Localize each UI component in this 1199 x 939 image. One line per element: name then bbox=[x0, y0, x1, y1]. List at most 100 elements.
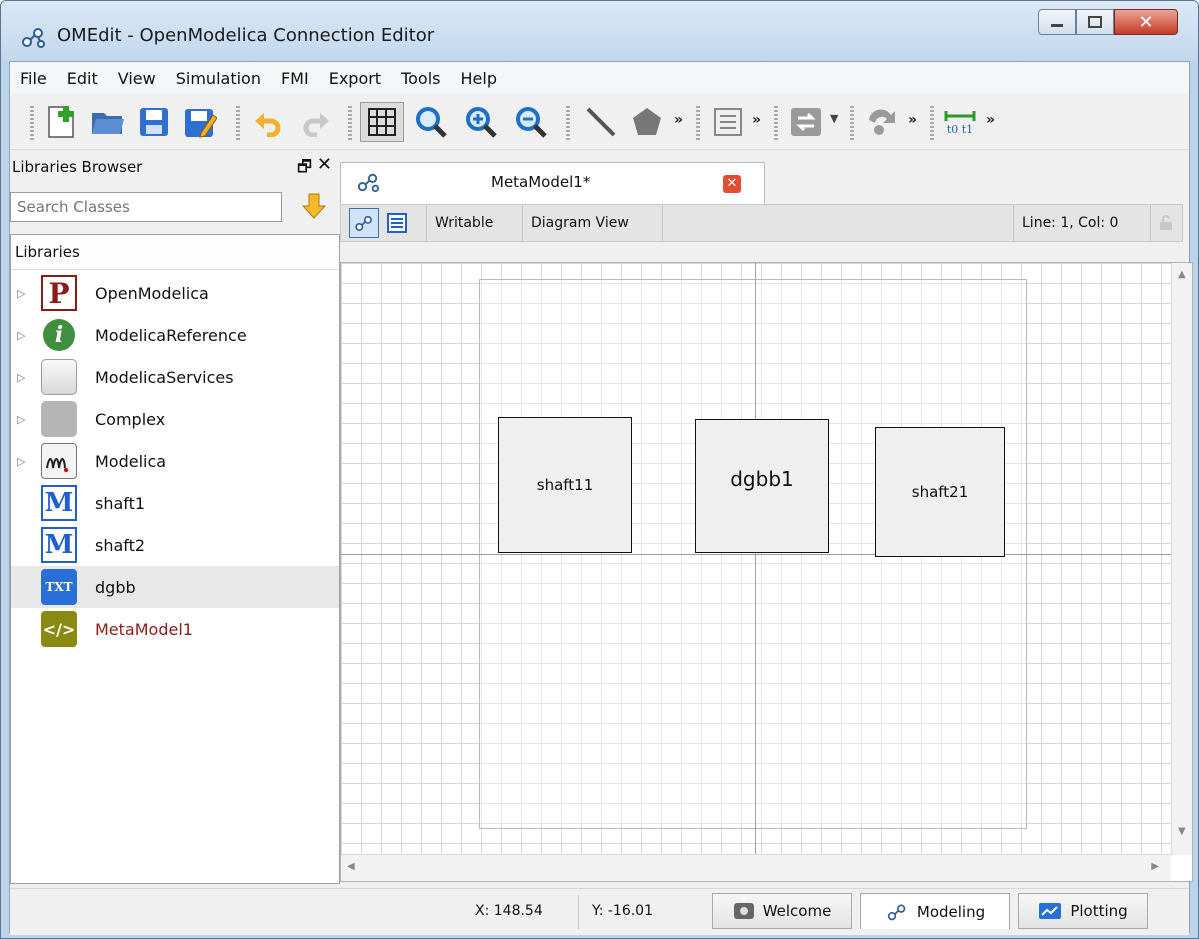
menu-tools[interactable]: Tools bbox=[391, 69, 450, 88]
component-shaft21[interactable]: shaft21 bbox=[875, 427, 1005, 557]
toolbar-overflow-icon[interactable]: » bbox=[986, 112, 995, 128]
connect-button[interactable] bbox=[786, 102, 826, 142]
maximize-button[interactable] bbox=[1076, 9, 1114, 35]
menu-view[interactable]: View bbox=[108, 69, 166, 88]
diagram-icon bbox=[355, 215, 372, 231]
line-tool-button[interactable] bbox=[580, 102, 622, 142]
diagram-view-button[interactable] bbox=[349, 208, 379, 238]
close-panel-icon[interactable]: ✕ bbox=[317, 154, 332, 175]
scroll-right-icon[interactable]: ▶ bbox=[1151, 861, 1159, 872]
component-dgbb1[interactable]: dgbb1 bbox=[695, 419, 829, 553]
window-controls: ✕ bbox=[1038, 9, 1178, 37]
writable-indicator: Writable bbox=[427, 205, 523, 241]
timeline-label: t0 t1 bbox=[946, 122, 974, 136]
toolbar-grip[interactable] bbox=[850, 104, 854, 140]
vertical-scrollbar[interactable]: ▲ ▼ bbox=[1171, 263, 1192, 855]
window-title: OMEdit - OpenModelica Connection Editor bbox=[57, 25, 435, 46]
perspective-welcome-tab[interactable]: Welcome bbox=[712, 893, 852, 929]
horizontal-axis bbox=[341, 554, 1171, 555]
line-icon bbox=[586, 107, 616, 137]
toolbar-grip[interactable] bbox=[930, 104, 934, 140]
save-as-button[interactable] bbox=[180, 102, 220, 142]
close-tab-icon[interactable]: ✕ bbox=[723, 175, 741, 193]
open-button[interactable] bbox=[88, 102, 128, 142]
redo-button[interactable] bbox=[296, 102, 336, 142]
grid-toggle-button[interactable] bbox=[360, 102, 404, 142]
tree-item[interactable]: ▷ i ModelicaReference bbox=[11, 314, 339, 356]
modelica-icon bbox=[41, 443, 77, 479]
simulate-button[interactable] bbox=[862, 102, 902, 142]
tree-item[interactable]: ▷ Modelica bbox=[11, 440, 339, 482]
scroll-down-icon[interactable]: ▼ bbox=[1178, 826, 1186, 837]
new-file-button[interactable] bbox=[42, 102, 82, 142]
dropdown-arrow-icon[interactable]: ▼ bbox=[830, 112, 838, 125]
tree-item-label: MetaModel1 bbox=[95, 619, 193, 639]
tree-item[interactable]: ▷ ModelicaServices bbox=[11, 356, 339, 398]
tree-item-label: Modelica bbox=[95, 451, 167, 471]
close-button[interactable]: ✕ bbox=[1114, 9, 1178, 35]
timeline-icon bbox=[944, 110, 976, 121]
save-button[interactable] bbox=[134, 102, 174, 142]
toolbar-grip[interactable] bbox=[774, 104, 778, 140]
expand-arrow-icon[interactable]: ▷ bbox=[17, 455, 25, 468]
redo-icon bbox=[303, 113, 329, 137]
horizontal-scrollbar[interactable]: ◀ ▶ bbox=[341, 854, 1171, 881]
zoom-in-icon bbox=[466, 107, 497, 138]
libraries-tree: Libraries ▷ P OpenModelica ▷ i ModelicaR… bbox=[10, 234, 340, 884]
expand-down-icon[interactable] bbox=[302, 192, 326, 220]
zoom-out-button[interactable] bbox=[510, 102, 552, 142]
component-shaft11[interactable]: shaft11 bbox=[498, 417, 632, 553]
toolbar-overflow-icon[interactable]: » bbox=[752, 112, 761, 128]
expand-arrow-icon[interactable]: ▷ bbox=[17, 287, 25, 300]
libraries-browser-header: Libraries Browser 🗗 ✕ bbox=[10, 150, 340, 184]
undo-button[interactable] bbox=[248, 102, 288, 142]
menu-help[interactable]: Help bbox=[451, 69, 507, 88]
toolbar-grip[interactable] bbox=[696, 104, 700, 140]
title-bar: OMEdit - OpenModelica Connection Editor … bbox=[1, 1, 1198, 61]
search-classes-input[interactable] bbox=[10, 192, 282, 222]
menu-export[interactable]: Export bbox=[319, 69, 391, 88]
scroll-up-icon[interactable]: ▲ bbox=[1178, 269, 1186, 280]
menu-fmi[interactable]: FMI bbox=[271, 69, 319, 88]
tree-item[interactable]: M shaft1 bbox=[11, 482, 339, 524]
toolbar-overflow-icon[interactable]: » bbox=[674, 112, 683, 128]
menu-edit[interactable]: Edit bbox=[57, 69, 108, 88]
tree-item[interactable]: TXT dgbb bbox=[11, 566, 339, 608]
toolbar-grip[interactable] bbox=[30, 104, 34, 140]
menu-file[interactable]: File bbox=[10, 69, 57, 88]
expand-arrow-icon[interactable]: ▷ bbox=[17, 329, 25, 342]
lock-icon[interactable] bbox=[1151, 205, 1182, 241]
minimize-button[interactable] bbox=[1038, 9, 1076, 35]
toolbar-grip[interactable] bbox=[236, 104, 240, 140]
tree-item[interactable]: ▷ Complex bbox=[11, 398, 339, 440]
toolbar-overflow-icon[interactable]: » bbox=[908, 112, 917, 128]
bottom-status-bar: X: 148.54 Y: -16.01 Welcome Modeling Plo… bbox=[10, 888, 1189, 935]
tab-metamodel1[interactable]: MetaModel1* ✕ bbox=[340, 162, 765, 204]
polygon-tool-button[interactable] bbox=[626, 102, 668, 142]
expand-arrow-icon[interactable]: ▷ bbox=[17, 371, 25, 384]
menu-bar: File Edit View Simulation FMI Export Too… bbox=[10, 62, 1189, 95]
perspective-label: Welcome bbox=[762, 902, 832, 920]
toolbar-grip[interactable] bbox=[566, 104, 570, 140]
menu-simulation[interactable]: Simulation bbox=[166, 69, 271, 88]
tree-header: Libraries bbox=[11, 235, 339, 270]
tree-item[interactable]: ▷ P OpenModelica bbox=[11, 272, 339, 314]
perspective-plotting-tab[interactable]: Plotting bbox=[1018, 893, 1148, 929]
perspective-modeling-tab[interactable]: Modeling bbox=[860, 893, 1010, 929]
model-m-icon: M bbox=[41, 527, 77, 563]
tree-item[interactable]: </> MetaModel1 bbox=[11, 608, 339, 650]
diagram-canvas[interactable]: shaft11 dgbb1 shaft21 ▲ ▼ ◀ ▶ bbox=[340, 262, 1193, 882]
scroll-left-icon[interactable]: ◀ bbox=[347, 861, 355, 872]
zoom-in-button[interactable] bbox=[460, 102, 502, 142]
solid-gray-box-icon bbox=[41, 401, 77, 437]
zoom-reset-button[interactable] bbox=[410, 102, 452, 142]
toolbar-grip[interactable] bbox=[348, 104, 352, 140]
component-label: shaft11 bbox=[536, 476, 594, 494]
float-panel-icon[interactable]: 🗗 bbox=[297, 156, 312, 183]
tree-item[interactable]: M shaft2 bbox=[11, 524, 339, 566]
expand-arrow-icon[interactable]: ▷ bbox=[17, 413, 25, 426]
text-view-button[interactable] bbox=[383, 209, 411, 237]
text-view-icon bbox=[387, 213, 407, 233]
align-button[interactable] bbox=[708, 102, 748, 142]
timeline-button[interactable]: t0 t1 bbox=[940, 102, 980, 142]
